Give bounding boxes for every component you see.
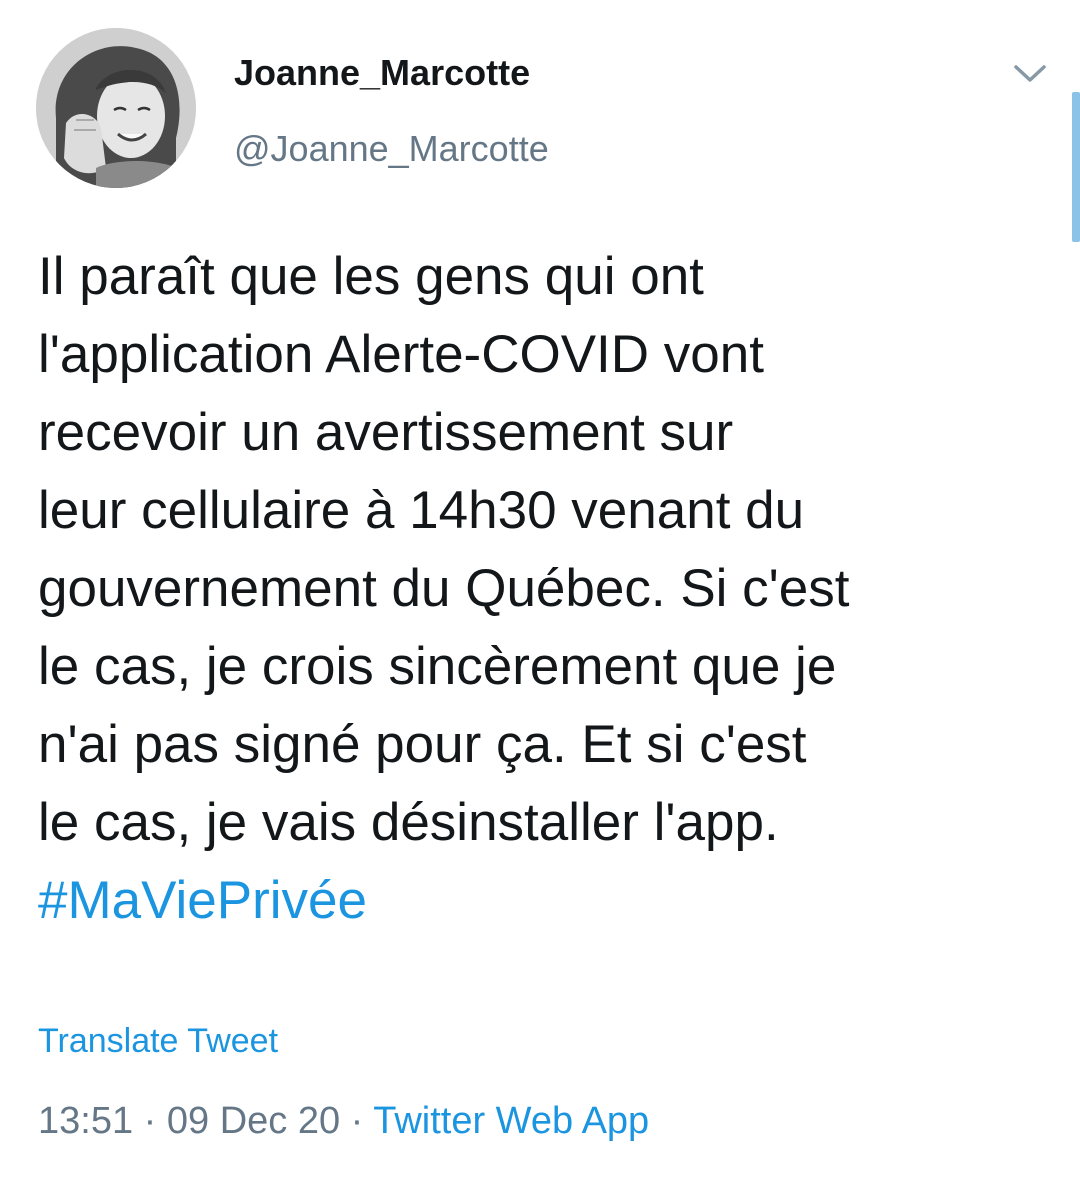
tweet-line: le cas, je vais désinstaller l'app. <box>38 793 779 852</box>
tweet-line: Il paraît que les gens qui ont <box>38 247 704 306</box>
tweet-line: recevoir un avertissement sur <box>38 403 734 462</box>
tweet-line: leur cellulaire à 14h30 venant du <box>38 481 805 540</box>
tweet-source-link[interactable]: Twitter Web App <box>373 1100 649 1142</box>
tweet-line: l'application Alerte-COVID vont <box>38 325 764 384</box>
meta-separator: · <box>340 1100 374 1142</box>
avatar[interactable] <box>36 28 196 188</box>
meta-separator: · <box>133 1100 167 1142</box>
tweet-meta: 13:51 · 09 Dec 20 · Twitter Web App <box>38 1100 649 1143</box>
more-options-button[interactable] <box>1010 58 1050 88</box>
chevron-down-icon <box>1014 65 1046 82</box>
tweet-line: n'ai pas signé pour ça. Et si c'est <box>38 715 807 774</box>
hashtag-link[interactable]: #MaViePrivée <box>38 862 1048 940</box>
profile-photo <box>36 28 196 188</box>
tweet-line: gouvernement du Québec. Si c'est <box>38 559 850 618</box>
tweet-date[interactable]: 09 Dec 20 <box>167 1100 340 1142</box>
translate-tweet-link[interactable]: Translate Tweet <box>38 1022 278 1061</box>
tweet-time: 13:51 <box>38 1100 134 1142</box>
display-name[interactable]: Joanne_Marcotte <box>234 52 530 94</box>
scrollbar[interactable] <box>1072 92 1080 242</box>
user-handle[interactable]: @Joanne_Marcotte <box>234 128 549 170</box>
tweet-text: Il paraît que les gens qui ont l'applica… <box>38 238 1048 940</box>
tweet-line: le cas, je crois sincèrement que je <box>38 637 837 696</box>
